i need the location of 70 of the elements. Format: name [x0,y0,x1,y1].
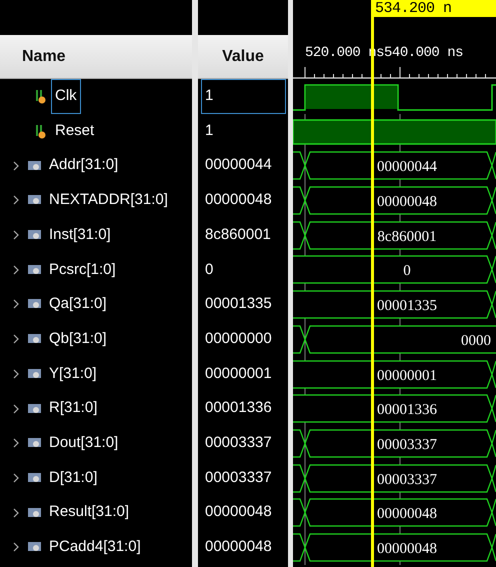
signal-name[interactable]: D[31:0] [45,460,102,496]
signal-name[interactable]: Qa[31:0] [45,287,111,322]
bus-value: 0 [403,263,411,280]
signal-value: 00000048 [204,537,273,558]
name-column-header[interactable]: Name [0,35,192,79]
signal-value: 00000048 [204,190,273,210]
signal-value: 8c860001 [204,224,272,245]
signal-name[interactable]: Dout[31:0] [45,426,122,460]
signal-value: 1 [201,79,286,114]
signal-bus-icon [28,229,42,242]
expand-chevron-icon[interactable] [12,404,20,414]
expand-chevron-icon[interactable] [12,542,20,552]
expand-chevron-icon[interactable] [12,230,20,240]
bus-value: 00003337 [377,436,437,453]
signal-bit-icon [35,88,48,104]
signal-name[interactable]: PCadd4[31:0] [45,530,145,565]
signal-name[interactable]: Reset [51,114,98,148]
bus-value: 8c860001 [377,228,437,245]
signal-name[interactable]: Pcsrc[1:0] [45,252,120,288]
bus-value: 0000 [461,332,491,349]
signal-value: 00001335 [204,294,273,314]
signal-name[interactable]: R[31:0] [45,391,102,426]
value-column-header[interactable]: Value [198,35,288,79]
signal-bus-icon [28,160,42,172]
signal-name[interactable]: NEXTADDR[31:0] [45,183,172,218]
bus-value: 00000044 [377,159,437,176]
signal-value: 00000001 [204,364,273,384]
signal-value: 00000044 [204,155,273,176]
signal-value: 00001336 [204,398,273,418]
signal-name[interactable]: Inst[31:0] [45,218,115,252]
signal-bus-icon [28,298,42,310]
bus-value: 00000001 [377,368,437,384]
expand-chevron-icon[interactable] [12,264,20,275]
bus-value: 00001336 [377,402,437,418]
signal-name[interactable]: Result[31:0] [45,495,134,530]
signal-name[interactable]: Y[31:0] [45,356,101,392]
signal-value: 0 [204,260,214,280]
expand-chevron-icon[interactable] [12,334,20,344]
signal-name[interactable]: Qb[31:0] [45,322,111,356]
bus-value: 00003337 [377,472,437,488]
signal-bus-icon [28,541,42,554]
signal-bus-icon [28,333,42,346]
signal-value: 1 [204,120,214,141]
signal-bus-icon [28,194,42,206]
expand-chevron-icon[interactable] [12,195,20,206]
expand-chevron-icon[interactable] [12,299,20,310]
expand-chevron-icon[interactable] [12,472,20,483]
expand-chevron-icon[interactable] [12,160,20,171]
signal-bus-icon [28,402,42,415]
signal-value: 00003337 [204,432,273,453]
signal-bus-icon [28,506,42,519]
expand-chevron-icon[interactable] [12,508,20,518]
bus-value: 00000048 [377,506,437,522]
bus-value: 00001335 [377,298,437,314]
signal-bus-icon [28,472,42,484]
signal-name[interactable]: Clk [51,79,81,114]
cursor-time-label: 534.200 n [373,0,496,17]
signal-bus-icon [28,368,42,380]
expand-chevron-icon[interactable] [12,368,20,379]
signal-name[interactable]: Addr[31:0] [45,148,122,183]
signal-bus-icon [28,437,42,450]
expand-chevron-icon[interactable] [12,438,20,448]
bus-value: 00000048 [377,194,437,210]
signal-bus-icon [28,264,42,276]
signal-value: 00000000 [204,328,273,349]
signal-bit-icon [35,124,48,139]
time-label: 540.000 ns [384,46,464,60]
signal-value: 00000048 [204,502,273,522]
bus-value: 00000048 [377,540,437,557]
signal-value: 00003337 [204,468,273,488]
